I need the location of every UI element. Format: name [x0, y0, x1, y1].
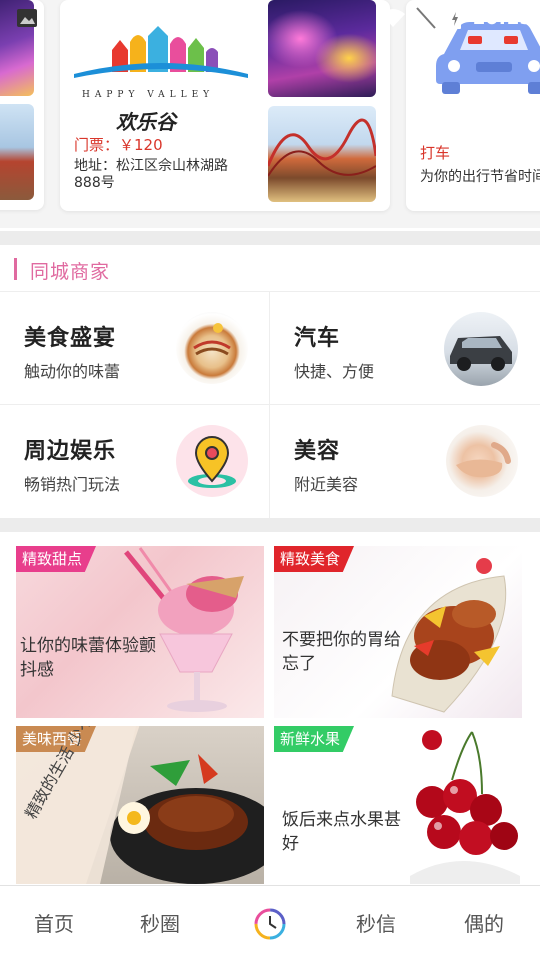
status-bar: 10:15 — [0, 0, 540, 36]
roller-coaster-image — [268, 106, 376, 202]
merchant-title: 周边娱乐 — [24, 439, 117, 464]
merchant-title: 美容 — [294, 439, 341, 464]
merchant-title: 美食盛宴 — [24, 326, 117, 351]
merchant-subtitle: 附近美容 — [294, 475, 359, 494]
dish-icon — [193, 323, 231, 356]
bottom-nav: 首页 秒圈 秒信 偶的 — [0, 885, 540, 961]
promo-tag: 精致美食 — [274, 546, 355, 572]
section-accent-bar — [14, 258, 17, 280]
merchant-food[interactable]: 美食盛宴 触动你的味蕾 — [0, 292, 269, 404]
nav-center[interactable] — [252, 906, 288, 942]
divider-band — [0, 231, 540, 245]
roller-coaster-image — [0, 104, 34, 200]
logo-text: HAPPY VALLEY — [82, 90, 215, 100]
gallery-notification-icon — [17, 9, 37, 27]
promo-chicken[interactable]: 精致美食 不要把你的胃给忘了 — [274, 546, 522, 718]
no-sim-icon — [416, 7, 436, 29]
merchant-beauty[interactable]: 美容 附近美容 — [270, 405, 540, 518]
promo-steak[interactable]: 美味西餐 精致的生活 少不了他 — [16, 726, 264, 884]
divider-band — [0, 518, 540, 532]
promo-tag: 新鲜水果 — [274, 726, 355, 752]
sundae-icon — [124, 547, 244, 712]
battery-charging-icon — [449, 6, 461, 29]
merchant-car[interactable]: 汽车 快捷、方便 — [270, 292, 540, 404]
location-pin-icon — [188, 436, 236, 488]
park-address: 地址：松江区佘山林湖路888号 — [74, 158, 228, 191]
nav-circle[interactable]: 秒圈 — [140, 908, 180, 937]
spa-face-image — [446, 425, 518, 497]
coaster-track-icon — [268, 118, 376, 177]
promo-dessert[interactable]: 精致甜点 让你的味蕾体验颤抖感 — [16, 546, 264, 718]
section-title: 同城商家 — [30, 261, 111, 283]
taxi-desc: 为你的出行节省时间 — [420, 169, 540, 185]
merchant-entertainment[interactable]: 周边娱乐 畅销热门玩法 — [0, 405, 269, 518]
promo-text: 饭后来点水果甚好 — [282, 810, 401, 854]
face-icon — [456, 442, 511, 478]
promo-text: 让你的味蕾体验颤抖感 — [20, 636, 156, 680]
wifi-icon — [381, 9, 405, 27]
clock-icon — [254, 908, 286, 940]
promo-tag: 精致甜点 — [16, 546, 97, 572]
section-header: 同城商家 — [0, 245, 540, 292]
nav-home[interactable]: 首页 — [34, 908, 74, 937]
status-time: 10:15 — [472, 7, 533, 29]
ticket-price: 门票：￥120 — [74, 136, 163, 154]
food-plate-image — [176, 312, 248, 384]
suv-image — [444, 312, 518, 386]
nav-messages[interactable]: 秒信 — [356, 908, 396, 937]
merchant-title: 汽车 — [294, 326, 341, 351]
promo-text: 不要把你的胃给忘了 — [282, 630, 401, 674]
merchant-subtitle: 畅销热门玩法 — [24, 475, 121, 494]
merchant-subtitle: 快捷、方便 — [294, 362, 375, 381]
merchant-subtitle: 触动你的味蕾 — [24, 362, 121, 381]
taxi-title: 打车 — [420, 144, 451, 162]
promo-fruit[interactable]: 新鲜水果 饭后来点水果甚好 — [274, 726, 522, 884]
merchant-grid: 美食盛宴 触动你的味蕾 汽车 快捷、方便 周边娱乐 畅销热门玩法 美容 附近美容 — [0, 292, 540, 518]
suv-car-icon — [450, 336, 512, 371]
location-pin-image — [176, 425, 248, 497]
nav-me[interactable]: 偶的 — [464, 908, 504, 937]
logo-chinese: 欢乐谷 — [116, 110, 176, 134]
promo-grid: 精致甜点 让你的味蕾体验颤抖感 精致美食 不要把你的胃给忘了 美味西餐 精致的生… — [0, 532, 540, 884]
cherries-icon — [410, 730, 520, 884]
